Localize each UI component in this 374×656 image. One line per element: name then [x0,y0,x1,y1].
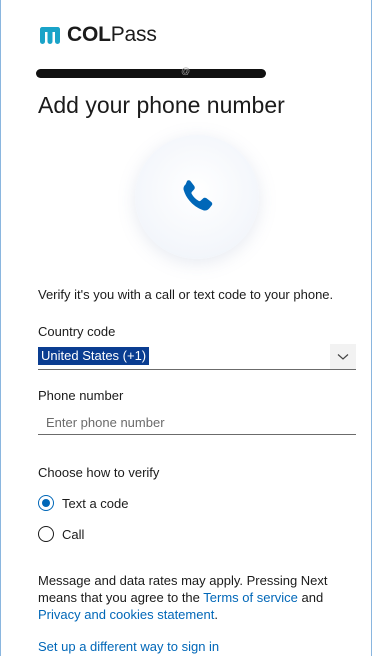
radio-label-call: Call [62,526,85,542]
redacted-account-email [36,66,266,78]
brand-logo: COLPass [39,24,157,46]
radio-button-checked[interactable] [38,495,54,511]
radio-call[interactable]: Call [38,526,84,542]
signin-panel: COLPass Add your phone number Verify it'… [0,0,372,656]
radio-text-a-code[interactable]: Text a code [38,495,129,511]
chevron-down-icon[interactable] [330,344,356,369]
terms-of-service-link[interactable]: Terms of service [203,590,298,605]
brand-name: COLPass [67,23,157,46]
country-code-value: United States (+1) [38,347,150,365]
verify-method-label: Choose how to verify [38,465,160,480]
country-code-label: Country code [38,324,116,339]
radio-button-unchecked[interactable] [38,526,54,542]
phone-number-placeholder: Enter phone number [46,415,165,430]
page-title: Add your phone number [38,92,285,118]
privacy-statement-link[interactable]: Privacy and cookies statement [38,607,214,622]
phone-number-input[interactable]: Enter phone number [38,410,356,435]
rates-notice: Message and data rates may apply. Pressi… [38,573,328,622]
alternate-signin-link[interactable]: Set up a different way to sign in [38,639,219,654]
colpass-logo-icon [40,27,60,44]
phone-number-label: Phone number [38,388,124,403]
country-code-select[interactable]: United States (+1) [38,344,356,370]
description-text: Verify it's you with a call or text code… [38,287,334,302]
radio-label-text: Text a code [62,495,129,511]
phone-icon [183,180,213,211]
phone-illustration [135,135,259,259]
